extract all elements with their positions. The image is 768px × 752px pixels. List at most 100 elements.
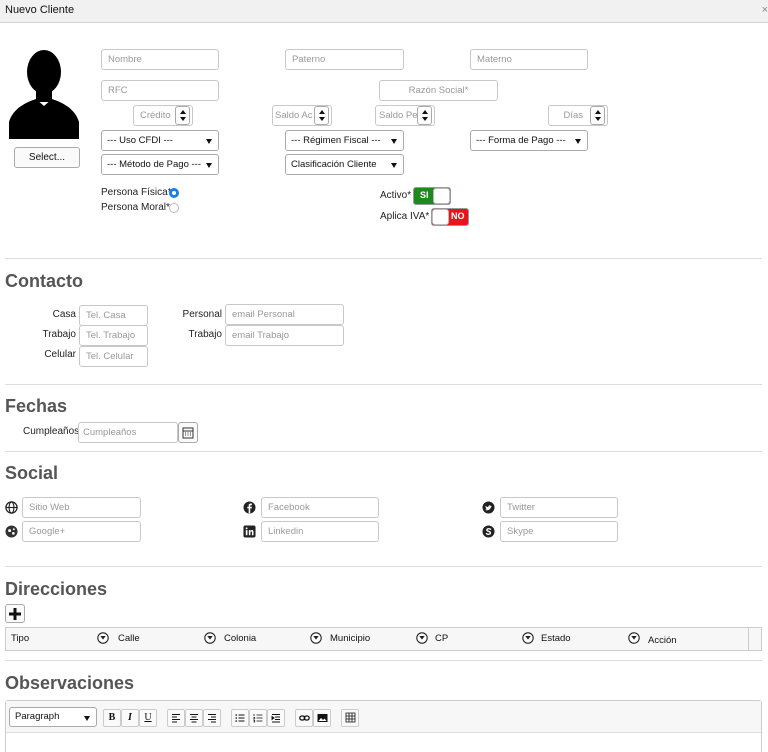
skype-icon — [482, 525, 495, 538]
column-header-municipio[interactable]: Municipio — [330, 628, 370, 650]
tel-trabajo-input[interactable]: Tel. Trabajo — [79, 325, 148, 346]
aplica-iva-label: Aplica IVA* — [380, 211, 430, 222]
filter-icon[interactable] — [310, 632, 322, 644]
avatar-silhouette — [9, 50, 79, 139]
column-header-tipo[interactable]: Tipo — [11, 628, 29, 650]
tel-celular-input[interactable]: Tel. Celular — [79, 346, 148, 367]
plus-icon — [9, 608, 21, 620]
indent-icon — [271, 714, 280, 723]
razon-social-input[interactable]: Razón Social* — [379, 80, 498, 101]
table-icon — [345, 712, 355, 723]
email-personal-input[interactable]: email Personal — [225, 304, 344, 325]
contacto-heading: Contacto — [5, 271, 83, 291]
calendar-icon — [182, 427, 194, 439]
column-header-estado[interactable]: Estado — [541, 628, 571, 650]
filter-icon[interactable] — [416, 632, 428, 644]
sitio-web-input[interactable]: Sitio Web — [22, 497, 141, 518]
filter-icon[interactable] — [628, 632, 640, 644]
link-icon — [298, 715, 310, 721]
insert-table-button[interactable] — [341, 709, 359, 727]
persona-fisica-radio[interactable] — [169, 188, 179, 198]
toggle-knob — [433, 188, 450, 204]
uso-cfdi-select[interactable]: --- Uso CFDI --- — [101, 130, 219, 151]
saldo-actual-stepper[interactable] — [314, 106, 329, 125]
metodo-pago-value: --- Método de Pago --- — [107, 159, 201, 170]
column-header-calle[interactable]: Calle — [118, 628, 140, 650]
bullet-list-icon — [235, 714, 245, 722]
tel-casa-input[interactable]: Tel. Casa — [79, 305, 148, 326]
align-center-button[interactable] — [185, 709, 203, 727]
activo-state: SI — [420, 190, 429, 200]
persona-moral-radio[interactable] — [169, 203, 179, 213]
fechas-heading: Fechas — [5, 396, 68, 416]
activo-label: Activo* — [380, 190, 412, 201]
image-icon — [317, 714, 327, 722]
divider — [5, 451, 762, 452]
social-heading: Social — [5, 463, 59, 483]
trabajo-label: Trabajo — [42, 329, 76, 340]
insert-image-button[interactable] — [313, 709, 331, 727]
italic-button[interactable]: I — [121, 709, 139, 727]
select-photo-button[interactable]: Select... — [14, 147, 80, 168]
skype-input[interactable]: Skype — [500, 521, 618, 542]
regimen-fiscal-select[interactable]: --- Régimen Fiscal --- — [285, 130, 404, 151]
chevron-down-icon — [206, 139, 212, 144]
calendar-button[interactable] — [178, 422, 198, 443]
align-left-icon — [172, 714, 180, 723]
align-left-button[interactable] — [167, 709, 185, 727]
email-trabajo-input[interactable]: email Trabajo — [225, 325, 344, 346]
align-right-icon — [208, 714, 216, 723]
column-header-colonia[interactable]: Colonia — [224, 628, 256, 650]
twitter-icon — [482, 501, 495, 514]
observaciones-heading: Observaciones — [5, 673, 135, 693]
underline-button[interactable]: U — [139, 709, 157, 727]
forma-pago-select[interactable]: --- Forma de Pago --- — [470, 130, 588, 151]
paragraph-format-value: Paragraph — [15, 711, 60, 722]
twitter-input[interactable]: Twitter — [500, 497, 618, 518]
email-trabajo-label: Trabajo — [188, 329, 222, 340]
rfc-input[interactable]: RFC — [101, 80, 219, 101]
linkedin-icon — [243, 525, 256, 538]
align-center-icon — [190, 714, 198, 723]
filter-icon[interactable] — [204, 632, 216, 644]
celular-label: Celular — [44, 349, 76, 360]
credito-stepper[interactable] — [175, 106, 190, 125]
regimen-fiscal-value: --- Régimen Fiscal --- — [291, 135, 381, 146]
chevron-down-icon — [575, 139, 581, 144]
window-title: Nuevo Cliente — [5, 4, 75, 16]
chevron-down-icon — [391, 163, 397, 168]
clasificacion-value: Clasificación Cliente — [291, 159, 377, 170]
paterno-input[interactable]: Paterno — [285, 49, 404, 70]
bullet-list-button[interactable] — [231, 709, 249, 727]
materno-input[interactable]: Materno — [470, 49, 588, 70]
insert-link-button[interactable] — [295, 709, 313, 727]
forma-pago-value: --- Forma de Pago --- — [476, 135, 566, 146]
activo-toggle[interactable]: SI — [413, 187, 451, 205]
casa-label: Casa — [52, 309, 76, 320]
column-header-cp[interactable]: CP — [435, 628, 448, 650]
metodo-pago-select[interactable]: --- Método de Pago --- — [101, 154, 219, 175]
clasificacion-select[interactable]: Clasificación Cliente — [285, 154, 404, 175]
add-address-button[interactable] — [5, 604, 25, 623]
align-right-button[interactable] — [203, 709, 221, 727]
nombre-input[interactable]: Nombre — [101, 49, 219, 70]
facebook-icon — [243, 501, 256, 514]
chevron-down-icon — [391, 139, 397, 144]
linkedin-input[interactable]: Linkedin — [261, 521, 379, 542]
filter-icon[interactable] — [97, 632, 109, 644]
saldo-pendiente-stepper[interactable] — [417, 106, 432, 125]
facebook-input[interactable]: Facebook — [261, 497, 379, 518]
close-icon[interactable]: × — [762, 4, 768, 16]
divider — [5, 258, 762, 259]
divider — [5, 660, 762, 661]
aplica-iva-toggle[interactable]: NO — [431, 208, 469, 226]
filter-icon[interactable] — [522, 632, 534, 644]
dias-stepper[interactable] — [590, 106, 605, 125]
indent-button[interactable] — [267, 709, 285, 727]
uso-cfdi-value: --- Uso CFDI --- — [107, 135, 173, 146]
paragraph-format-select[interactable]: Paragraph — [9, 707, 97, 727]
numbered-list-button[interactable] — [249, 709, 267, 727]
bold-button[interactable]: B — [103, 709, 121, 727]
google-plus-input[interactable]: Google+ — [22, 521, 141, 542]
cumpleanos-input[interactable]: Cumpleaños — [78, 422, 178, 443]
